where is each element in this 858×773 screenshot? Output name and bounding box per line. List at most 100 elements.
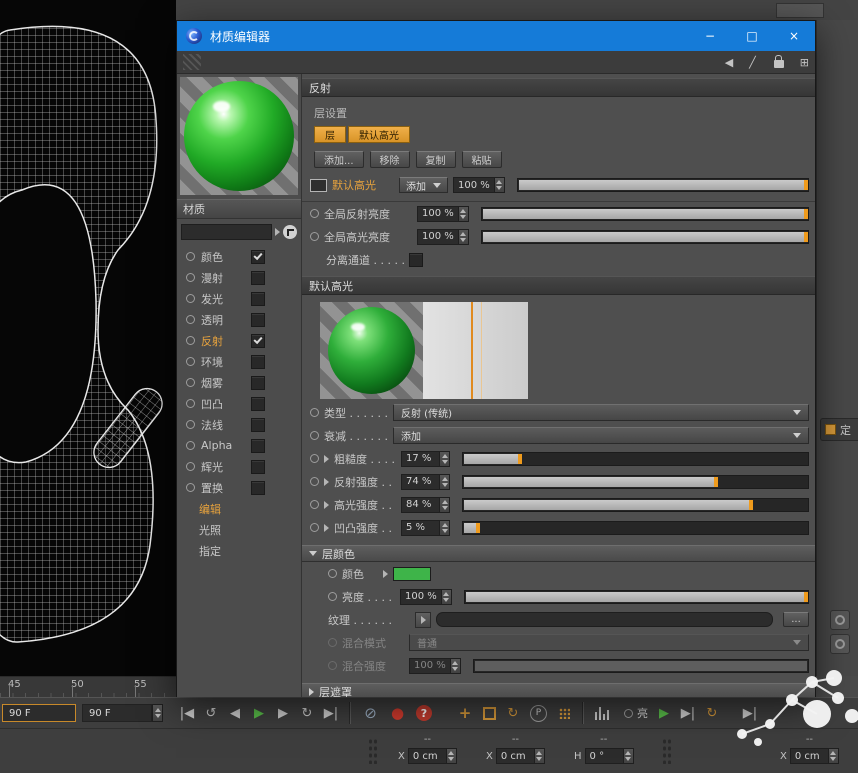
- channel-reflectance-checkbox[interactable]: [251, 334, 265, 348]
- channel-illumination[interactable]: 光照: [177, 519, 301, 540]
- stepper-down-icon[interactable]: [496, 186, 502, 190]
- coord-input[interactable]: 0 cm: [408, 748, 446, 764]
- value-stepper[interactable]: [439, 520, 450, 536]
- drag-grip-icon[interactable]: [183, 54, 201, 70]
- dock-icon-1[interactable]: [830, 610, 850, 630]
- global-reflection-slider[interactable]: [481, 207, 809, 221]
- channel-bump-checkbox[interactable]: [251, 397, 265, 411]
- texture-field[interactable]: [436, 612, 773, 627]
- keyframe-circle-icon[interactable]: [186, 273, 195, 282]
- record-help-button[interactable]: ?: [416, 705, 432, 721]
- channel-displacement[interactable]: 置换: [177, 477, 301, 498]
- channel-environment-checkbox[interactable]: [251, 355, 265, 369]
- channel-editor[interactable]: 编辑: [177, 498, 301, 519]
- expand-arrow-icon[interactable]: [324, 478, 329, 486]
- keyframe-circle-icon[interactable]: [186, 462, 195, 471]
- tab-default-specular[interactable]: 默认高光: [348, 126, 410, 143]
- keyframe-circle-icon[interactable]: [328, 569, 337, 578]
- keyframe-circle-icon[interactable]: [310, 232, 319, 241]
- stepper-up-icon[interactable]: [460, 232, 466, 236]
- stepper-down-icon[interactable]: [442, 506, 448, 510]
- stepper-up-icon[interactable]: [443, 592, 449, 596]
- channel-luminance[interactable]: 发光: [177, 288, 301, 309]
- panel-grip[interactable]: [368, 738, 377, 764]
- bump-strength-value[interactable]: 5 %: [401, 520, 439, 536]
- timeline-ruler[interactable]: 45 50 55: [0, 676, 176, 698]
- coord-stepper[interactable]: [534, 748, 545, 764]
- stepper-down-icon[interactable]: [442, 529, 448, 533]
- stepper-up-icon[interactable]: [460, 209, 466, 213]
- new-panel-icon[interactable]: ⊞: [800, 56, 809, 69]
- keyframe-circle-icon[interactable]: [186, 399, 195, 408]
- record-button[interactable]: ●: [389, 705, 406, 722]
- global-reflection-value[interactable]: 100 %: [417, 206, 458, 222]
- preview-play-button[interactable]: ▶: [652, 702, 676, 724]
- layer-visibility-icon[interactable]: [310, 179, 327, 192]
- texture-browse-button[interactable]: ...: [783, 612, 809, 627]
- channel-glow[interactable]: 辉光: [177, 456, 301, 477]
- play-button[interactable]: ▶: [247, 702, 271, 724]
- layer-color-section[interactable]: 层颜色: [302, 545, 815, 562]
- end-frame-field[interactable]: 90 F: [82, 704, 152, 722]
- goto-end-button[interactable]: ▶|: [319, 702, 343, 724]
- channel-alpha-checkbox[interactable]: [251, 439, 265, 453]
- keyframe-circle-icon[interactable]: [624, 709, 633, 718]
- current-frame-field[interactable]: 90 F: [2, 704, 76, 722]
- brightness-slider[interactable]: [464, 590, 809, 604]
- channel-fog-checkbox[interactable]: [251, 376, 265, 390]
- channel-color[interactable]: 颜色: [177, 246, 301, 267]
- channel-fog[interactable]: 烟雾: [177, 372, 301, 393]
- layer-name[interactable]: 默认高光: [332, 177, 394, 193]
- preview-next-button[interactable]: ▶|: [676, 702, 700, 724]
- back-arrow-icon[interactable]: ◀: [725, 56, 733, 69]
- coord-input[interactable]: 0 °: [585, 748, 623, 764]
- stepper-up-icon[interactable]: [625, 751, 631, 755]
- coord-input[interactable]: 0 cm: [496, 748, 534, 764]
- expand-arrow-icon[interactable]: [383, 570, 388, 578]
- layer-add-dropdown[interactable]: 添加: [399, 177, 448, 193]
- lock-icon[interactable]: [774, 60, 784, 68]
- stepper-up-icon[interactable]: [442, 500, 448, 504]
- value-stepper[interactable]: [441, 589, 452, 605]
- keyframe-circle-icon[interactable]: [310, 523, 319, 532]
- stepper-up-icon[interactable]: [536, 751, 542, 755]
- type-dropdown[interactable]: 反射 (传统): [393, 404, 809, 421]
- stepper-down-icon[interactable]: [536, 757, 542, 761]
- value-stepper[interactable]: [439, 474, 450, 490]
- coord-stepper[interactable]: [623, 748, 634, 764]
- frame-stepper[interactable]: [152, 704, 163, 722]
- pick-material-icon[interactable]: [283, 225, 297, 239]
- keyframe-circle-icon[interactable]: [186, 420, 195, 429]
- keyframe-circle-icon[interactable]: [310, 408, 319, 417]
- autokey-scale-button[interactable]: [477, 702, 501, 724]
- window-titlebar[interactable]: 材质编辑器 − □ ×: [177, 21, 815, 51]
- stepper-down-icon[interactable]: [460, 215, 466, 219]
- material-preview[interactable]: [180, 77, 298, 195]
- stepper-up-icon[interactable]: [442, 477, 448, 481]
- keyframe-circle-icon[interactable]: [186, 294, 195, 303]
- value-stepper[interactable]: [439, 451, 450, 467]
- specular-sphere-preview[interactable]: [320, 302, 423, 399]
- brightness-value[interactable]: 100 %: [400, 589, 441, 605]
- channel-diffusion-checkbox[interactable]: [251, 271, 265, 285]
- dock-tab-lock[interactable]: 定: [820, 418, 858, 441]
- play-backward-button[interactable]: ↺: [199, 702, 223, 724]
- global-specular-value[interactable]: 100 %: [417, 229, 458, 245]
- stepper-up-icon[interactable]: [830, 751, 836, 755]
- channel-reflectance[interactable]: 反射: [177, 330, 301, 351]
- next-frame-button[interactable]: ▶: [271, 702, 295, 724]
- stepper-down-icon[interactable]: [155, 714, 161, 718]
- copy-layer-button[interactable]: 复制: [416, 151, 456, 168]
- value-stepper[interactable]: [458, 206, 469, 222]
- keyframe-circle-icon[interactable]: [186, 315, 195, 324]
- value-stepper[interactable]: [494, 177, 505, 193]
- channel-color-checkbox[interactable]: [251, 250, 265, 264]
- keyframe-circle-icon[interactable]: [186, 378, 195, 387]
- value-stepper[interactable]: [439, 497, 450, 513]
- coord-stepper[interactable]: [828, 748, 839, 764]
- keyframe-circle-icon[interactable]: [310, 209, 319, 218]
- attenuation-dropdown[interactable]: 添加: [393, 427, 809, 444]
- channel-transparency[interactable]: 透明: [177, 309, 301, 330]
- channel-luminance-checkbox[interactable]: [251, 292, 265, 306]
- loop-button[interactable]: ↻: [295, 702, 319, 724]
